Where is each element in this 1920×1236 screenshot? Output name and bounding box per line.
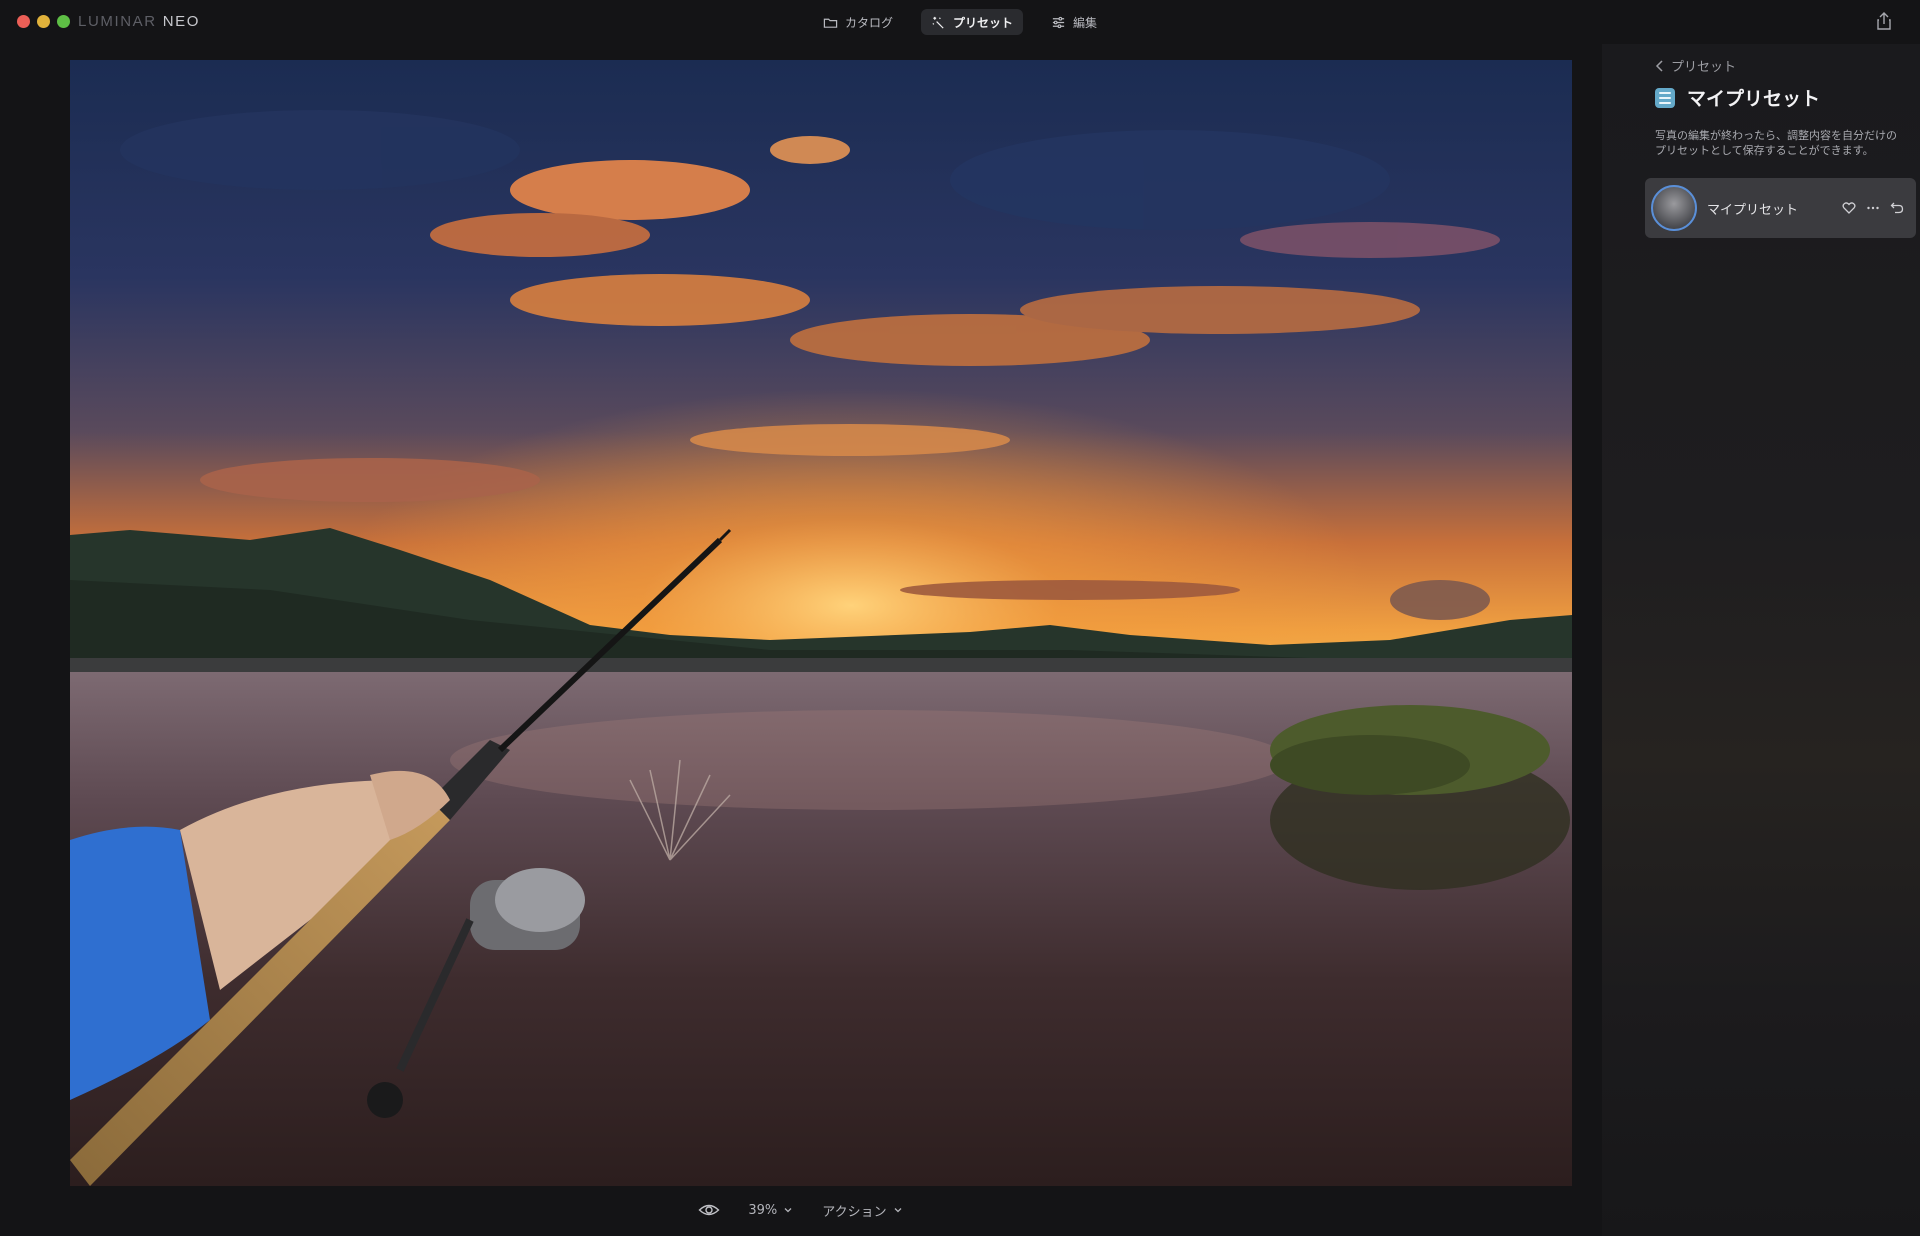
tab-presets[interactable]: プリセット bbox=[920, 9, 1023, 35]
panel-title: マイプリセット bbox=[1687, 88, 1821, 110]
undo-icon[interactable] bbox=[1890, 201, 1904, 215]
chevron-down-icon bbox=[894, 1208, 902, 1213]
sliders-icon bbox=[1052, 16, 1065, 28]
edited-photo bbox=[70, 60, 1572, 1186]
back-label: プリセット bbox=[1671, 60, 1737, 75]
main-nav: カタログ プリセット 編集 bbox=[0, 9, 1920, 35]
bottom-toolbar: 39% アクション bbox=[0, 1196, 1602, 1224]
tab-presets-label: プリセット bbox=[952, 15, 1013, 30]
folder-icon bbox=[823, 18, 838, 28]
preset-item-actions bbox=[1842, 201, 1904, 215]
preset-item-label: マイプリセット bbox=[1707, 202, 1799, 218]
panel-header: マイプリセット bbox=[1655, 84, 1820, 111]
preset-thumbnail bbox=[1651, 185, 1697, 231]
panel-description: 写真の編集が終わったら、調整内容を自分だけのプリセットとして保存することができま… bbox=[1655, 129, 1897, 157]
magic-wand-icon bbox=[932, 16, 944, 29]
more-icon[interactable] bbox=[1866, 201, 1880, 215]
actions-label: アクション bbox=[822, 1204, 887, 1220]
preset-item[interactable]: マイプリセット bbox=[1645, 178, 1916, 238]
zoom-dropdown[interactable]: 39% bbox=[748, 1203, 794, 1218]
tab-catalog[interactable]: カタログ bbox=[813, 9, 903, 35]
presets-panel: プリセット マイプリセット 写真の編集が終わったら、調整内容を自分だけのプリセッ… bbox=[1602, 44, 1920, 1236]
share-icon[interactable] bbox=[1874, 11, 1894, 31]
actions-dropdown[interactable]: アクション bbox=[822, 1201, 903, 1220]
chevron-down-icon bbox=[784, 1208, 792, 1213]
preset-collection-icon bbox=[1655, 87, 1675, 108]
tab-edit[interactable]: 編集 bbox=[1041, 9, 1107, 35]
tab-catalog-label: カタログ bbox=[844, 15, 893, 30]
eye-icon[interactable] bbox=[698, 1202, 720, 1218]
title-bar: LUMINAR NEO カタログ プリセット 編集 bbox=[0, 0, 1920, 44]
chevron-left-icon bbox=[1655, 59, 1663, 72]
heart-icon[interactable] bbox=[1842, 201, 1856, 215]
tab-edit-label: 編集 bbox=[1073, 15, 1098, 30]
photo-canvas[interactable] bbox=[70, 60, 1572, 1186]
back-button[interactable]: プリセット bbox=[1655, 56, 1736, 75]
zoom-value: 39% bbox=[748, 1202, 778, 1218]
